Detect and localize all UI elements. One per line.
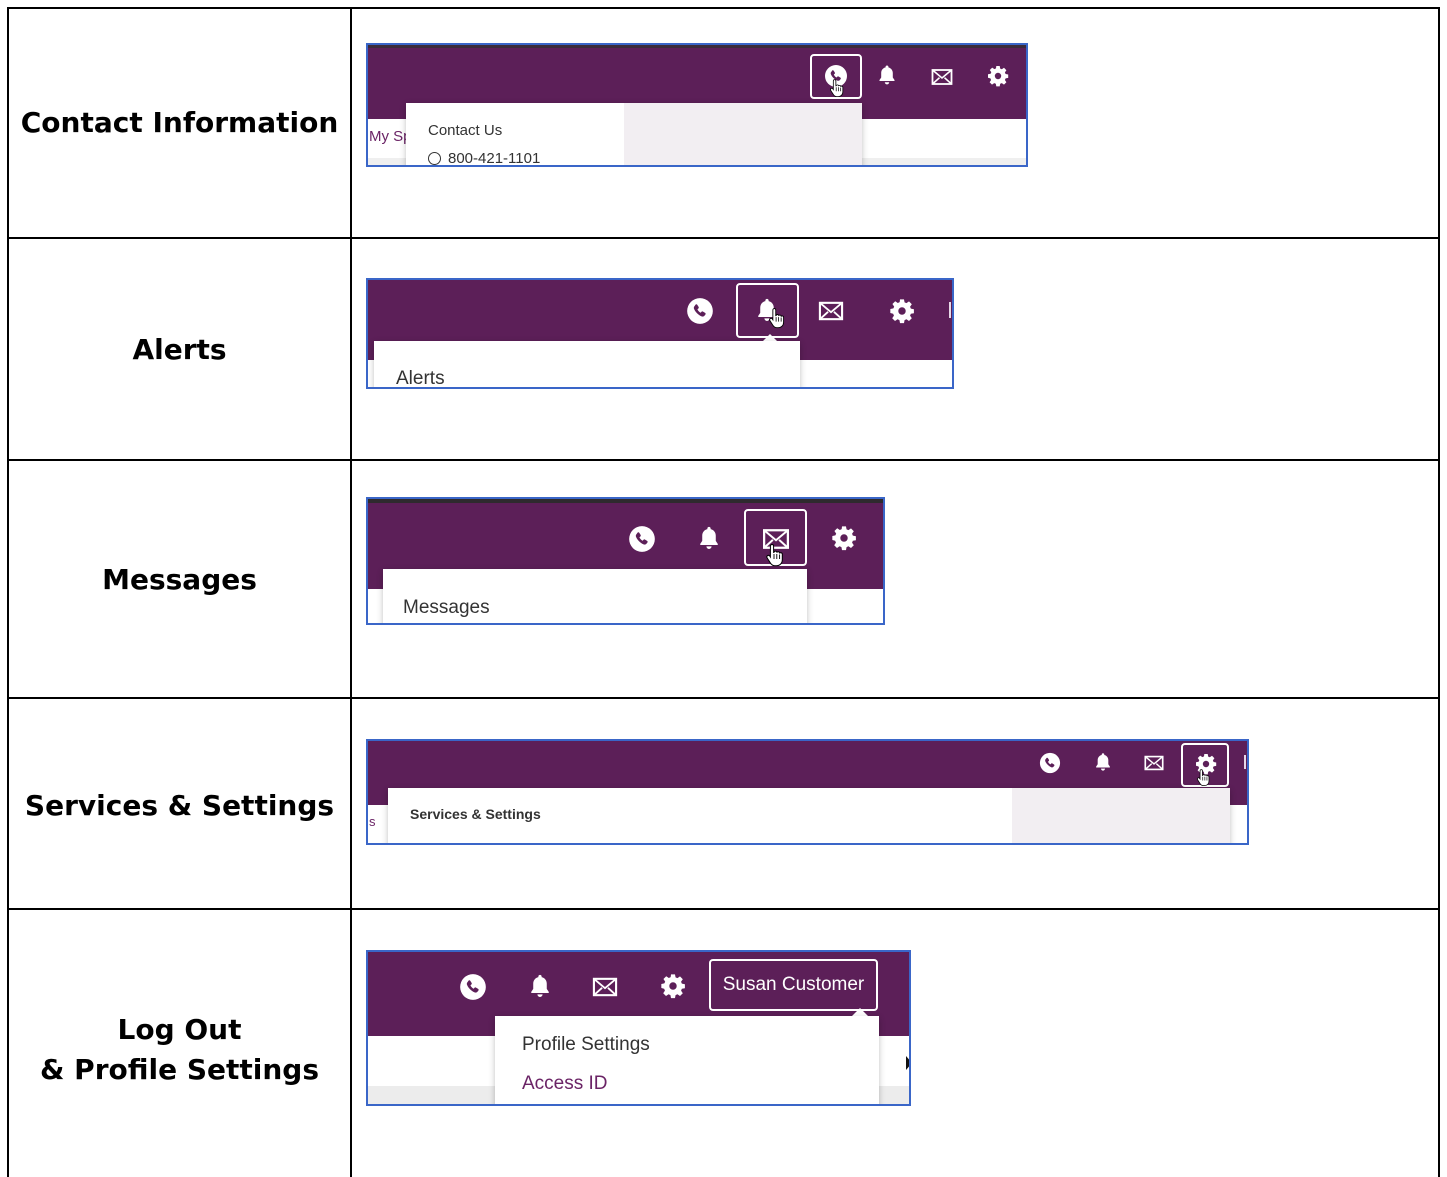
dropdown-title: Messages bbox=[403, 597, 490, 618]
row-divider bbox=[7, 237, 1440, 239]
row-label-logout-line2: & Profile Settings bbox=[40, 1053, 319, 1086]
messages-dropdown: Messages bbox=[383, 569, 807, 623]
envelope-icon[interactable] bbox=[591, 973, 619, 1001]
pointer-hand-icon bbox=[768, 307, 786, 329]
dropdown-title: Contact Us bbox=[428, 122, 503, 139]
header-divider bbox=[1244, 755, 1246, 769]
user-name: Susan Customer bbox=[722, 974, 865, 995]
alerts-dropdown: Alerts bbox=[374, 341, 800, 389]
row-divider bbox=[7, 697, 1440, 699]
header-divider bbox=[949, 302, 951, 318]
envelope-icon[interactable] bbox=[930, 65, 954, 89]
services-dropdown: Services & Settings bbox=[388, 788, 1230, 843]
row-label-services: Services & Settings bbox=[24, 789, 335, 822]
screenshot-contact: My Sp Contact Us 800-421-1101 bbox=[366, 43, 1028, 167]
screenshot-profile: Susan Customer Profile Settings Access I… bbox=[366, 950, 911, 1106]
profile-dropdown: Profile Settings Access ID bbox=[495, 1016, 879, 1104]
row-label-contact: Contact Information bbox=[20, 106, 339, 139]
header-top-strip bbox=[368, 499, 883, 503]
bell-icon[interactable] bbox=[695, 524, 723, 552]
gear-icon[interactable] bbox=[888, 297, 916, 325]
bell-icon[interactable] bbox=[875, 63, 899, 87]
row-label-messages: Messages bbox=[102, 563, 257, 596]
gear-icon[interactable] bbox=[830, 524, 858, 552]
phone-icon[interactable] bbox=[459, 973, 487, 1001]
phone-icon[interactable] bbox=[686, 297, 714, 325]
dropdown-side-panel bbox=[624, 103, 862, 165]
phone-number-link[interactable]: 800-421-1101 bbox=[428, 150, 541, 167]
screenshot-alerts: Alerts bbox=[366, 278, 954, 389]
pointer-hand-icon bbox=[1196, 768, 1211, 787]
phone-icon[interactable] bbox=[1039, 752, 1061, 774]
header-top-strip bbox=[368, 45, 1026, 48]
row-divider bbox=[7, 908, 1440, 910]
screenshot-services: s Services & Settings bbox=[366, 739, 1249, 845]
phone-number: 800-421-1101 bbox=[448, 150, 541, 167]
contact-dropdown: Contact Us 800-421-1101 bbox=[406, 103, 862, 167]
user-menu-button[interactable]: Susan Customer bbox=[709, 959, 878, 1011]
envelope-icon[interactable] bbox=[1143, 752, 1165, 774]
menu-item-profile-settings[interactable]: Profile Settings bbox=[522, 1034, 650, 1056]
dropdown-caret bbox=[852, 1008, 868, 1016]
phone-icon[interactable] bbox=[628, 525, 656, 553]
bell-icon[interactable] bbox=[1092, 751, 1114, 773]
gear-icon[interactable] bbox=[986, 64, 1010, 88]
phone-outline-icon bbox=[428, 152, 441, 165]
scroll-arrow-icon[interactable] bbox=[906, 1056, 909, 1070]
row-label-logout-line1: Log Out bbox=[117, 1013, 242, 1046]
envelope-icon[interactable] bbox=[817, 297, 845, 325]
gear-icon[interactable] bbox=[659, 972, 687, 1000]
menu-item-access-id[interactable]: Access ID bbox=[522, 1073, 608, 1095]
bell-icon[interactable] bbox=[526, 972, 554, 1000]
row-label-alerts: Alerts bbox=[132, 333, 227, 366]
pointer-hand-icon bbox=[765, 542, 785, 568]
screenshot-messages: Messages bbox=[366, 497, 885, 625]
pointer-hand-icon bbox=[829, 78, 845, 98]
dropdown-title: Alerts bbox=[396, 368, 445, 389]
dropdown-side-panel bbox=[1012, 788, 1230, 843]
column-divider bbox=[350, 7, 352, 1177]
tab-partial[interactable]: s bbox=[369, 814, 376, 829]
row-divider bbox=[7, 459, 1440, 461]
dropdown-title: Services & Settings bbox=[410, 806, 541, 822]
row-label-logout: Log Out & Profile Settings bbox=[9, 1010, 350, 1090]
